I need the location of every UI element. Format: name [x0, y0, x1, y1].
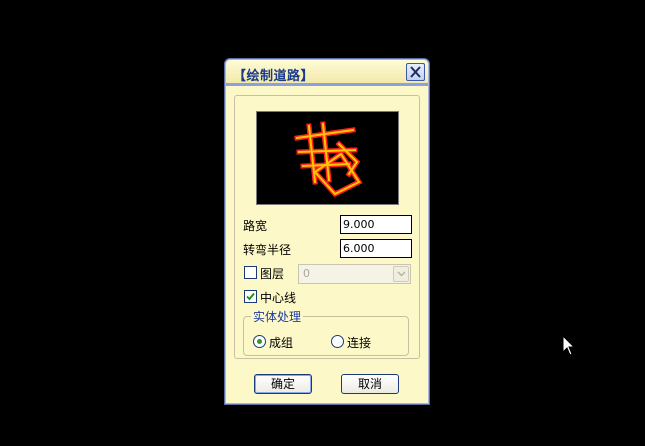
road-preview-image — [256, 111, 399, 205]
radio-group-option[interactable] — [253, 335, 266, 348]
solid-processing-legend: 实体处理 — [251, 308, 304, 325]
settings-group: 路宽 转弯半径 图层 0 中心线 实体处理 成组 — [234, 95, 420, 359]
turn-radius-input[interactable] — [340, 239, 412, 258]
road-width-label: 路宽 — [243, 219, 268, 233]
checkmark-icon — [246, 292, 255, 301]
solid-processing-group: 实体处理 成组 连接 — [243, 308, 409, 356]
draw-road-dialog: 【绘制道路】 路宽 9.000 转弯半径 6.000 图层 0 中心线 实体处理… — [224, 58, 430, 405]
centerline-label: 中心线 — [260, 291, 297, 305]
dialog-titlebar[interactable]: 【绘制道路】 — [226, 60, 428, 86]
close-icon — [410, 66, 421, 78]
turn-radius-label: 转弯半径 — [243, 243, 292, 257]
dialog-title: 【绘制道路】 — [233, 69, 315, 84]
ok-button[interactable]: 确定 — [254, 374, 312, 394]
centerline-checkbox[interactable] — [244, 290, 257, 303]
connect-option-label: 连接 — [347, 336, 372, 350]
radio-connect-option[interactable] — [331, 335, 344, 348]
road-preview-drawing — [294, 121, 363, 198]
group-option-label: 成组 — [269, 336, 294, 350]
layer-checkbox[interactable] — [244, 266, 257, 279]
layer-select[interactable]: 0 — [298, 264, 411, 284]
cancel-button[interactable]: 取消 — [341, 374, 399, 394]
layer-select-value: 0 — [303, 267, 310, 280]
mouse-cursor-icon — [562, 335, 576, 356]
chevron-down-icon[interactable] — [393, 266, 409, 282]
layer-label: 图层 — [260, 267, 285, 281]
radio-selected-dot — [257, 339, 262, 344]
close-button[interactable] — [406, 63, 425, 81]
road-width-input[interactable] — [340, 215, 412, 234]
